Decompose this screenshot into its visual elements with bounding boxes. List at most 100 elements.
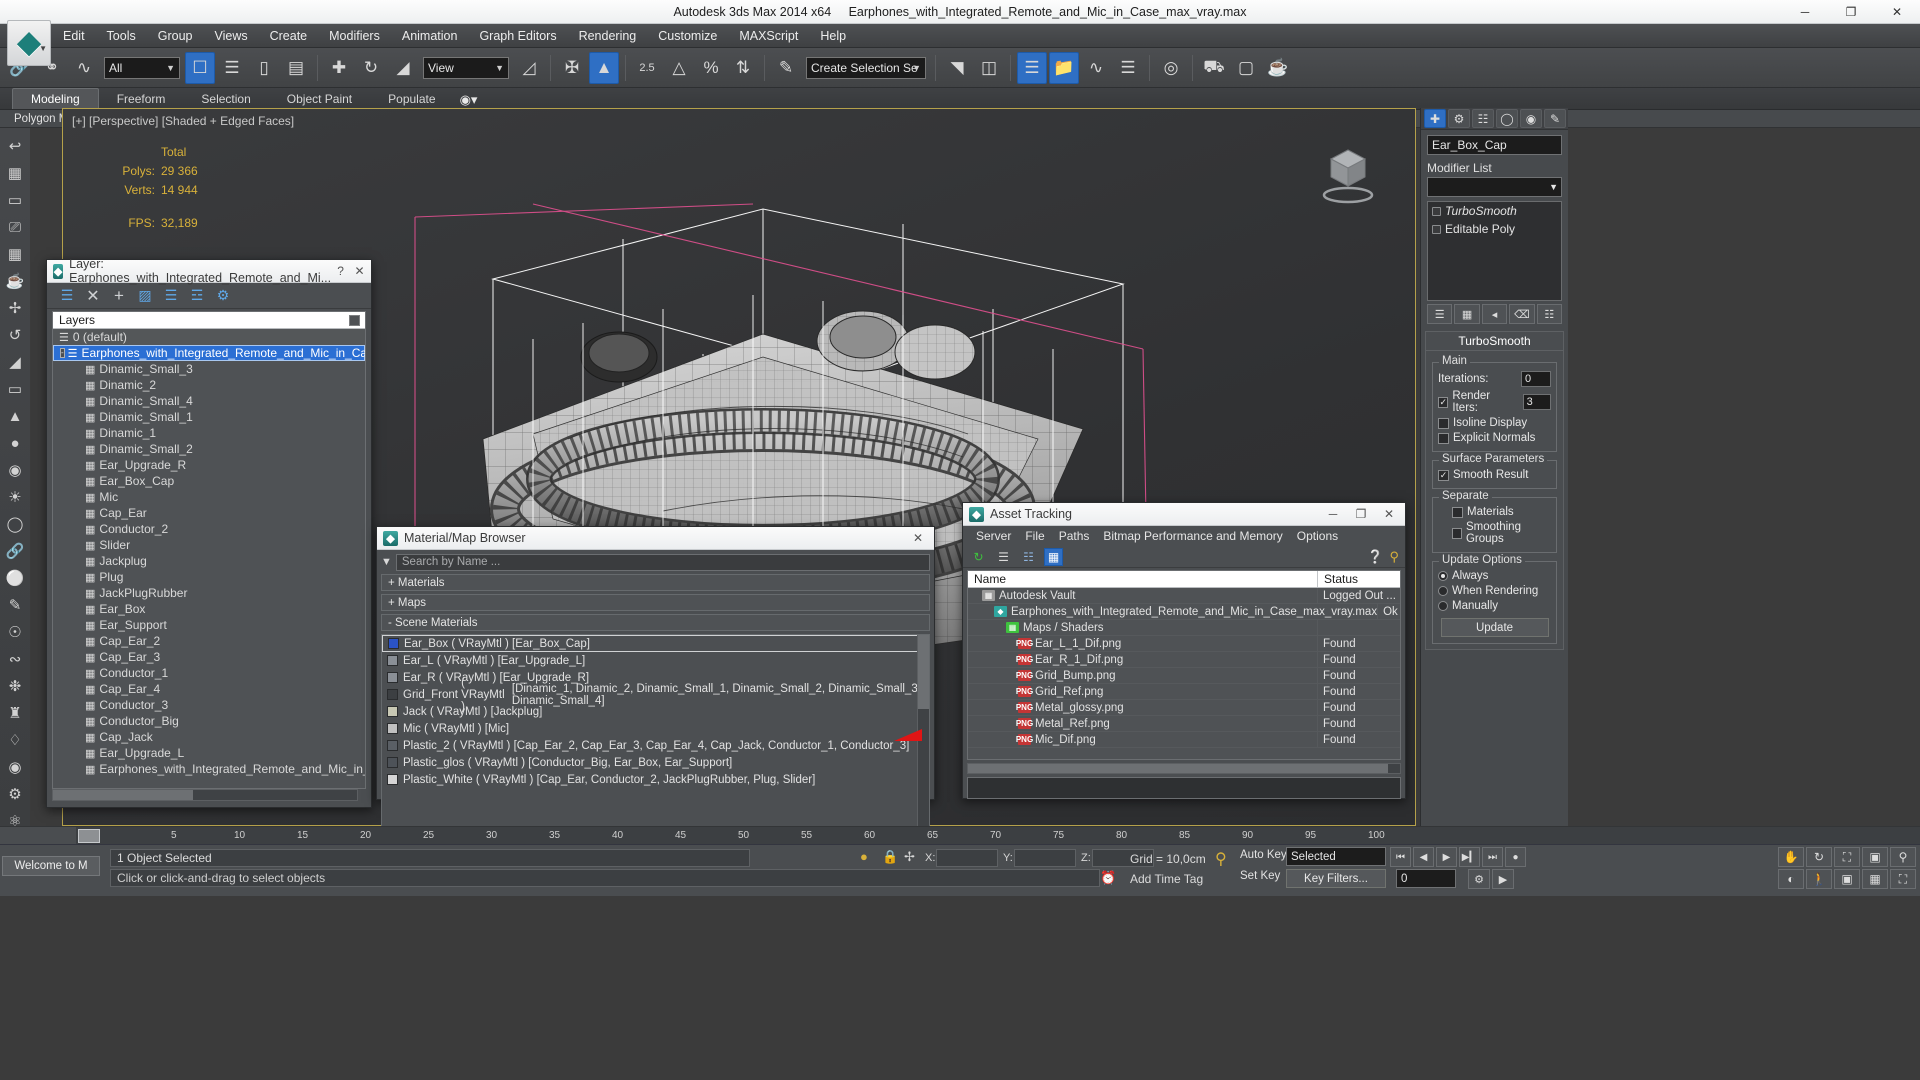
go-to-start-icon[interactable]: ⏮: [1390, 847, 1411, 867]
edit-named-selection-sets-icon[interactable]: ✎: [771, 52, 801, 84]
app-logo-button[interactable]: ◆ ▼: [7, 20, 51, 66]
material-row[interactable]: Ear_Box ( VRayMtl ) [Ear_Box_Cap]: [382, 635, 929, 652]
asset-row[interactable]: PNG Grid_Bump.png Found: [968, 668, 1400, 684]
lock-selection-icon[interactable]: 🔒: [882, 849, 898, 865]
material-sphere-icon[interactable]: ⚪: [2, 565, 28, 591]
make-unique-icon[interactable]: ◂: [1482, 304, 1507, 324]
tube-shape-icon[interactable]: ◉: [2, 457, 28, 483]
menu-item-group[interactable]: Group: [147, 26, 204, 46]
layer-manager-icon[interactable]: ☰: [1017, 52, 1047, 84]
layer-object-row[interactable]: ▦JackPlugRubber: [53, 585, 365, 601]
play-animation-icon[interactable]: ▶: [1436, 847, 1457, 867]
always-radio[interactable]: [1438, 571, 1448, 581]
scrollbar-thumb[interactable]: [968, 764, 1388, 773]
layer-object-row[interactable]: ▦Ear_Upgrade_R: [53, 457, 365, 473]
cylinder-primitive-icon[interactable]: ⎚: [2, 214, 28, 240]
spinner-snap-icon[interactable]: ⇅: [728, 52, 758, 84]
ribbon-tab-modeling[interactable]: Modeling: [12, 88, 99, 109]
asset-tracking-grid[interactable]: Name Status ▦ Autodesk Vault Logged Out …: [967, 570, 1401, 760]
layer-object-row[interactable]: ▦Dinamic_Small_4: [53, 393, 365, 409]
menu-item-options[interactable]: Options: [1290, 527, 1345, 545]
material-row[interactable]: Plastic_White ( VRayMtl ) [Cap_Ear, Cond…: [382, 771, 929, 788]
material-row[interactable]: Grid_Front ( VRayMtl ) [Dinamic_1, Dinam…: [382, 686, 929, 703]
layer-object-row[interactable]: ▦Plug: [53, 569, 365, 585]
material-row[interactable]: Ear_L ( VRayMtl ) [Ear_Upgrade_L]: [382, 652, 929, 669]
asset-tracking-window[interactable]: ◆ Asset Tracking ─ ❐ ✕ Server File Paths…: [962, 502, 1406, 799]
scrollbar-thumb[interactable]: [918, 635, 930, 709]
manage-scene-states-icon[interactable]: 📁: [1049, 52, 1079, 84]
torus-icon[interactable]: ◯: [2, 511, 28, 537]
mirror-icon[interactable]: ◥: [942, 52, 972, 84]
close-button[interactable]: ✕: [904, 527, 932, 549]
light-icon[interactable]: ☀: [2, 484, 28, 510]
layer-object-row[interactable]: ▦Dinamic_1: [53, 425, 365, 441]
material-row[interactable]: Plastic_2 ( VRayMtl ) [Cap_Ear_2, Cap_Ea…: [382, 737, 929, 754]
select-objects-in-layer-icon[interactable]: ▨: [135, 286, 155, 306]
when-rendering-radio[interactable]: [1438, 586, 1448, 596]
layer-object-row[interactable]: ▦Cap_Ear: [53, 505, 365, 521]
delete-layer-icon[interactable]: ✕: [83, 286, 103, 306]
hierarchy-tab-icon[interactable]: ☷: [1472, 109, 1494, 128]
menu-item-file[interactable]: File: [1018, 527, 1051, 545]
orbit-icon[interactable]: ↻: [1806, 847, 1832, 867]
zoom-extents-icon[interactable]: ▣: [1862, 847, 1888, 867]
layer-horizontal-scrollbar[interactable]: [52, 789, 358, 801]
zoom-extents-all-icon[interactable]: ▦: [1862, 869, 1888, 889]
column-name[interactable]: Name: [968, 571, 1318, 587]
next-frame-icon[interactable]: ▶▎: [1459, 847, 1480, 867]
angle-snap-icon[interactable]: △: [664, 52, 694, 84]
layer-object-row[interactable]: ▦Cap_Jack: [53, 729, 365, 745]
rendered-frame-window-icon[interactable]: ▢: [1231, 52, 1261, 84]
min-max-toggle-icon[interactable]: ⛶: [1890, 869, 1916, 889]
asset-row[interactable]: PNG Mic_Dif.png Found: [968, 732, 1400, 748]
percent-snap-icon[interactable]: %: [696, 52, 726, 84]
auto-key-button[interactable]: Auto Key: [1240, 849, 1287, 861]
snaps-toggle-icon[interactable]: ▲: [589, 52, 619, 84]
filter-dropdown-icon[interactable]: ▼: [381, 556, 392, 568]
scale-tool-icon[interactable]: ◢: [2, 349, 28, 375]
layer-object-row[interactable]: ▦Conductor_2: [53, 521, 365, 537]
y-coordinate-field[interactable]: [1014, 849, 1076, 867]
rectangular-selection-region-icon[interactable]: ▯: [249, 52, 279, 84]
rollup-title[interactable]: TurboSmooth: [1426, 332, 1563, 351]
layer-object-row[interactable]: ▦Cap_Ear_4: [53, 681, 365, 697]
link-constraint-icon[interactable]: 🔗: [2, 538, 28, 564]
render-iters-spinner[interactable]: 3: [1523, 394, 1551, 410]
asset-row[interactable]: PNG Ear_L_1_Dif.png Found: [968, 636, 1400, 652]
pin-stack-icon[interactable]: ☰: [1427, 304, 1452, 324]
selection-set-combo[interactable]: Selected: [1286, 847, 1386, 866]
asset-row[interactable]: PNG Metal_glossy.png Found: [968, 700, 1400, 716]
motion-tab-icon[interactable]: ◯: [1496, 109, 1518, 128]
refresh-icon[interactable]: ↻: [969, 548, 988, 566]
asset-row[interactable]: ◆ Earphones_with_Integrated_Remote_and_M…: [968, 604, 1400, 620]
add-time-tag[interactable]: Add Time Tag: [1130, 872, 1203, 886]
modify-tab-icon[interactable]: ⚙: [1448, 109, 1470, 128]
show-end-result-icon[interactable]: ▦: [1454, 304, 1479, 324]
layer-object-row[interactable]: ▦Conductor_3: [53, 697, 365, 713]
close-button[interactable]: ✕: [1375, 503, 1403, 525]
view-cube[interactable]: [1311, 137, 1385, 211]
material-editor-icon[interactable]: ◎: [1156, 52, 1186, 84]
column-status[interactable]: Status: [1318, 571, 1400, 587]
menu-item-modifiers[interactable]: Modifiers: [318, 26, 391, 46]
key-mode-icon[interactable]: ▶: [1492, 869, 1514, 889]
teapot-icon[interactable]: ☕: [2, 268, 28, 294]
grid-view-icon[interactable]: ▦: [1044, 548, 1063, 566]
collapse-icon[interactable]: -: [60, 348, 65, 358]
layer-object-row[interactable]: ▦Cap_Ear_2: [53, 633, 365, 649]
layer-object-row[interactable]: ▦Conductor_Big: [53, 713, 365, 729]
angle-snap-toggle-icon[interactable]: 2.5: [632, 52, 662, 84]
modifier-list-combo[interactable]: ▼: [1427, 177, 1562, 197]
lightbulb-icon[interactable]: [1432, 225, 1441, 234]
hair-icon[interactable]: ♜: [2, 700, 28, 726]
create-tab-icon[interactable]: ✚: [1424, 109, 1446, 128]
layer-object-row[interactable]: ▦Ear_Support: [53, 617, 365, 633]
layer-object-row[interactable]: ▦Mic: [53, 489, 365, 505]
help-icon[interactable]: ❔: [1367, 549, 1383, 565]
menu-item-tools[interactable]: Tools: [96, 26, 147, 46]
ribbon-tab-object-paint[interactable]: Object Paint: [269, 89, 370, 109]
select-highlighted-objects-icon[interactable]: ☲: [187, 286, 207, 306]
key-icon[interactable]: ⚲: [1215, 849, 1227, 869]
remove-modifier-icon[interactable]: ⌫: [1509, 304, 1534, 324]
display-tab-icon[interactable]: ◉: [1520, 109, 1542, 128]
